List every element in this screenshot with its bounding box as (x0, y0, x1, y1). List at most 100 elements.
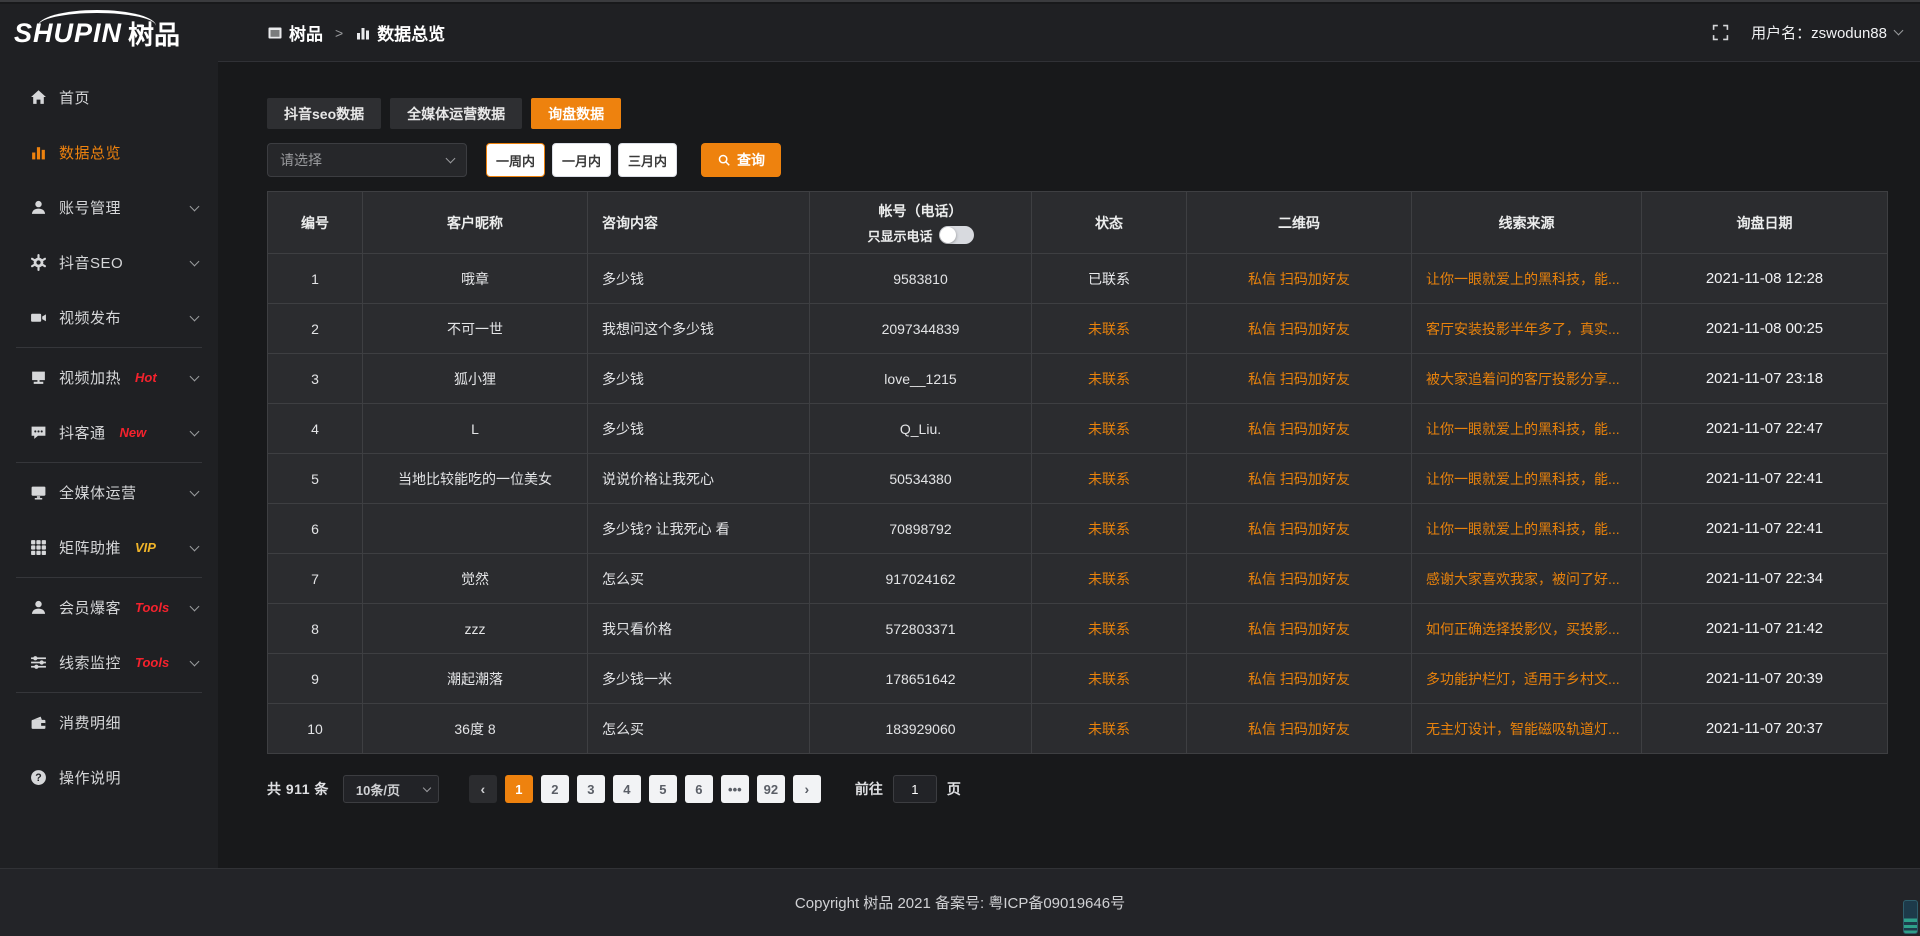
sidebar-item-video-publish[interactable]: 视频发布 (0, 290, 218, 345)
page-button[interactable]: 5 (649, 775, 677, 803)
cell-account: 917024162 (810, 554, 1032, 604)
sidebar-item-omnimedia[interactable]: 全媒体运营 (0, 465, 218, 520)
range-button-month[interactable]: 一月内 (552, 143, 611, 177)
sidebar-item-label: 线索监控 (59, 652, 121, 673)
cell-nickname: 36度 8 (363, 704, 588, 754)
cell-source-link[interactable]: 让你一眼就爱上的黑科技，能... (1412, 454, 1642, 504)
cell-content: 多少钱 (588, 404, 810, 454)
page-button[interactable]: ••• (721, 775, 749, 803)
page-buttons-wrap: 123456 ••• 92 (501, 775, 789, 803)
filter-select-placeholder: 请选择 (280, 150, 322, 170)
cell-content: 我只看价格 (588, 604, 810, 654)
cell-date: 2021-11-07 20:39 (1642, 654, 1888, 704)
cell-source-link[interactable]: 无主灯设计，智能磁吸轨道灯... (1412, 704, 1642, 754)
cell-source-link[interactable]: 客厅安装投影半年多了，真实... (1412, 304, 1642, 354)
top-bar: SHUPIN 树品 树品 > 数据总览 用户名：zswodun88 (0, 4, 1920, 62)
table-row: 6 多少钱? 让我死心 看 70898792 未联系 私信 扫码加好友 让你一眼… (268, 504, 1888, 554)
tab-inquiry-data[interactable]: 询盘数据 (531, 98, 621, 129)
page-button[interactable]: 1 (505, 775, 533, 803)
tab-omnimedia-data[interactable]: 全媒体运营数据 (390, 98, 522, 129)
page-size-select[interactable]: 10条/页 (343, 775, 439, 803)
page-button[interactable]: 2 (541, 775, 569, 803)
hot-badge: Hot (135, 370, 157, 385)
cell-source-link[interactable]: 让你一眼就爱上的黑科技，能... (1412, 504, 1642, 554)
page-button[interactable]: 92 (757, 775, 785, 803)
sidebar-item-data-overview[interactable]: 数据总览 (0, 125, 218, 180)
user-menu[interactable]: 用户名：zswodun88 (1751, 22, 1902, 43)
col-header-account: 帐号（电话） 只显示电话 (810, 192, 1032, 254)
col-header-nickname: 客户昵称 (363, 192, 588, 254)
range-button-quarter[interactable]: 三月内 (618, 143, 677, 177)
page-button[interactable]: 6 (685, 775, 713, 803)
cell-account: 70898792 (810, 504, 1032, 554)
filter-select[interactable]: 请选择 (267, 143, 467, 177)
sidebar-item-account-management[interactable]: 账号管理 (0, 180, 218, 235)
sidebar-item-douketong[interactable]: 抖客通 New (0, 405, 218, 460)
cell-source-link[interactable]: 多功能护栏灯，适用于乡村文... (1412, 654, 1642, 704)
cell-date: 2021-11-07 22:41 (1642, 504, 1888, 554)
cell-nickname: 当地比较能吃的一位美女 (363, 454, 588, 504)
table-row: 8 zzz 我只看价格 572803371 未联系 私信 扫码加好友 如何正确选… (268, 604, 1888, 654)
sidebar-item-lead-monitor[interactable]: 线索监控 Tools (0, 635, 218, 690)
sidebar-item-video-heating[interactable]: 视频加热 Hot (0, 350, 218, 405)
sidebar-item-label: 账号管理 (59, 197, 121, 218)
cell-content: 多少钱 (588, 254, 810, 304)
cell-qrcode-link[interactable]: 私信 扫码加好友 (1187, 654, 1412, 704)
cell-status: 未联系 (1032, 404, 1187, 454)
cell-account: 572803371 (810, 604, 1032, 654)
table-body: 1 哦章 多少钱 9583810 已联系 私信 扫码加好友 让你一眼就爱上的黑科… (268, 254, 1888, 754)
page-jump-input[interactable] (893, 775, 937, 803)
sidebar-item-instructions[interactable]: ? 操作说明 (0, 750, 218, 805)
chevron-down-icon (190, 426, 200, 436)
header-main: 树品 > 数据总览 用户名：zswodun88 (218, 4, 1920, 62)
sidebar-divider (16, 347, 202, 348)
fullscreen-icon[interactable] (1712, 24, 1729, 41)
range-button-week[interactable]: 一周内 (486, 143, 545, 177)
chevron-down-icon (190, 201, 200, 211)
cell-source-link[interactable]: 被大家追着问的客厅投影分享... (1412, 354, 1642, 404)
cell-qrcode-link[interactable]: 私信 扫码加好友 (1187, 304, 1412, 354)
page-size-value: 10条/页 (356, 780, 400, 799)
phone-only-toggle[interactable] (939, 226, 974, 244)
cell-account: 2097344839 (810, 304, 1032, 354)
cell-source-link[interactable]: 如何正确选择投影仪，买投影... (1412, 604, 1642, 654)
cell-source-link[interactable]: 让你一眼就爱上的黑科技，能... (1412, 254, 1642, 304)
cell-qrcode-link[interactable]: 私信 扫码加好友 (1187, 354, 1412, 404)
prev-page-button[interactable]: ‹ (469, 775, 497, 803)
sidebar-item-home[interactable]: 首页 (0, 70, 218, 125)
cell-qrcode-link[interactable]: 私信 扫码加好友 (1187, 454, 1412, 504)
sidebar-item-spending-detail[interactable]: 消费明细 (0, 695, 218, 750)
logo: SHUPIN 树品 (0, 4, 218, 62)
cell-qrcode-link[interactable]: 私信 扫码加好友 (1187, 604, 1412, 654)
next-page-button[interactable]: › (793, 775, 821, 803)
page-button[interactable]: 4 (613, 775, 641, 803)
cell-qrcode-link[interactable]: 私信 扫码加好友 (1187, 554, 1412, 604)
sidebar-item-douyin-seo[interactable]: 抖音SEO (0, 235, 218, 290)
cell-qrcode-link[interactable]: 私信 扫码加好友 (1187, 254, 1412, 304)
chat-widget[interactable] (1903, 900, 1918, 934)
cell-content: 我想问这个多少钱 (588, 304, 810, 354)
cell-source-link[interactable]: 感谢大家喜欢我家，被问了好... (1412, 554, 1642, 604)
cell-content: 说说价格让我死心 (588, 454, 810, 504)
page-button[interactable]: 3 (577, 775, 605, 803)
query-button[interactable]: 查询 (701, 143, 781, 177)
cell-nickname: 不可一世 (363, 304, 588, 354)
cell-qrcode-link[interactable]: 私信 扫码加好友 (1187, 504, 1412, 554)
table-row: 10 36度 8 怎么买 183929060 未联系 私信 扫码加好友 无主灯设… (268, 704, 1888, 754)
tab-douyin-seo-data[interactable]: 抖音seo数据 (267, 98, 381, 129)
cell-account: 50534380 (810, 454, 1032, 504)
sidebar-item-matrix-boost[interactable]: 矩阵助推 VIP (0, 520, 218, 575)
help-circle-icon: ? (30, 769, 47, 786)
table-row: 3 狐小狸 多少钱 love__1215 未联系 私信 扫码加好友 被大家追着问… (268, 354, 1888, 404)
chevron-down-icon (423, 784, 431, 792)
cell-qrcode-link[interactable]: 私信 扫码加好友 (1187, 704, 1412, 754)
new-badge: New (120, 425, 147, 440)
sidebar-item-label: 数据总览 (59, 142, 121, 163)
cell-qrcode-link[interactable]: 私信 扫码加好友 (1187, 404, 1412, 454)
cell-source-link[interactable]: 让你一眼就爱上的黑科技，能... (1412, 404, 1642, 454)
sidebar-item-member-burst[interactable]: 会员爆客 Tools (0, 580, 218, 635)
breadcrumb-root[interactable]: 树品 (289, 20, 323, 45)
chevron-down-icon (190, 656, 200, 666)
table-row: 2 不可一世 我想问这个多少钱 2097344839 未联系 私信 扫码加好友 … (268, 304, 1888, 354)
cell-date: 2021-11-07 21:42 (1642, 604, 1888, 654)
